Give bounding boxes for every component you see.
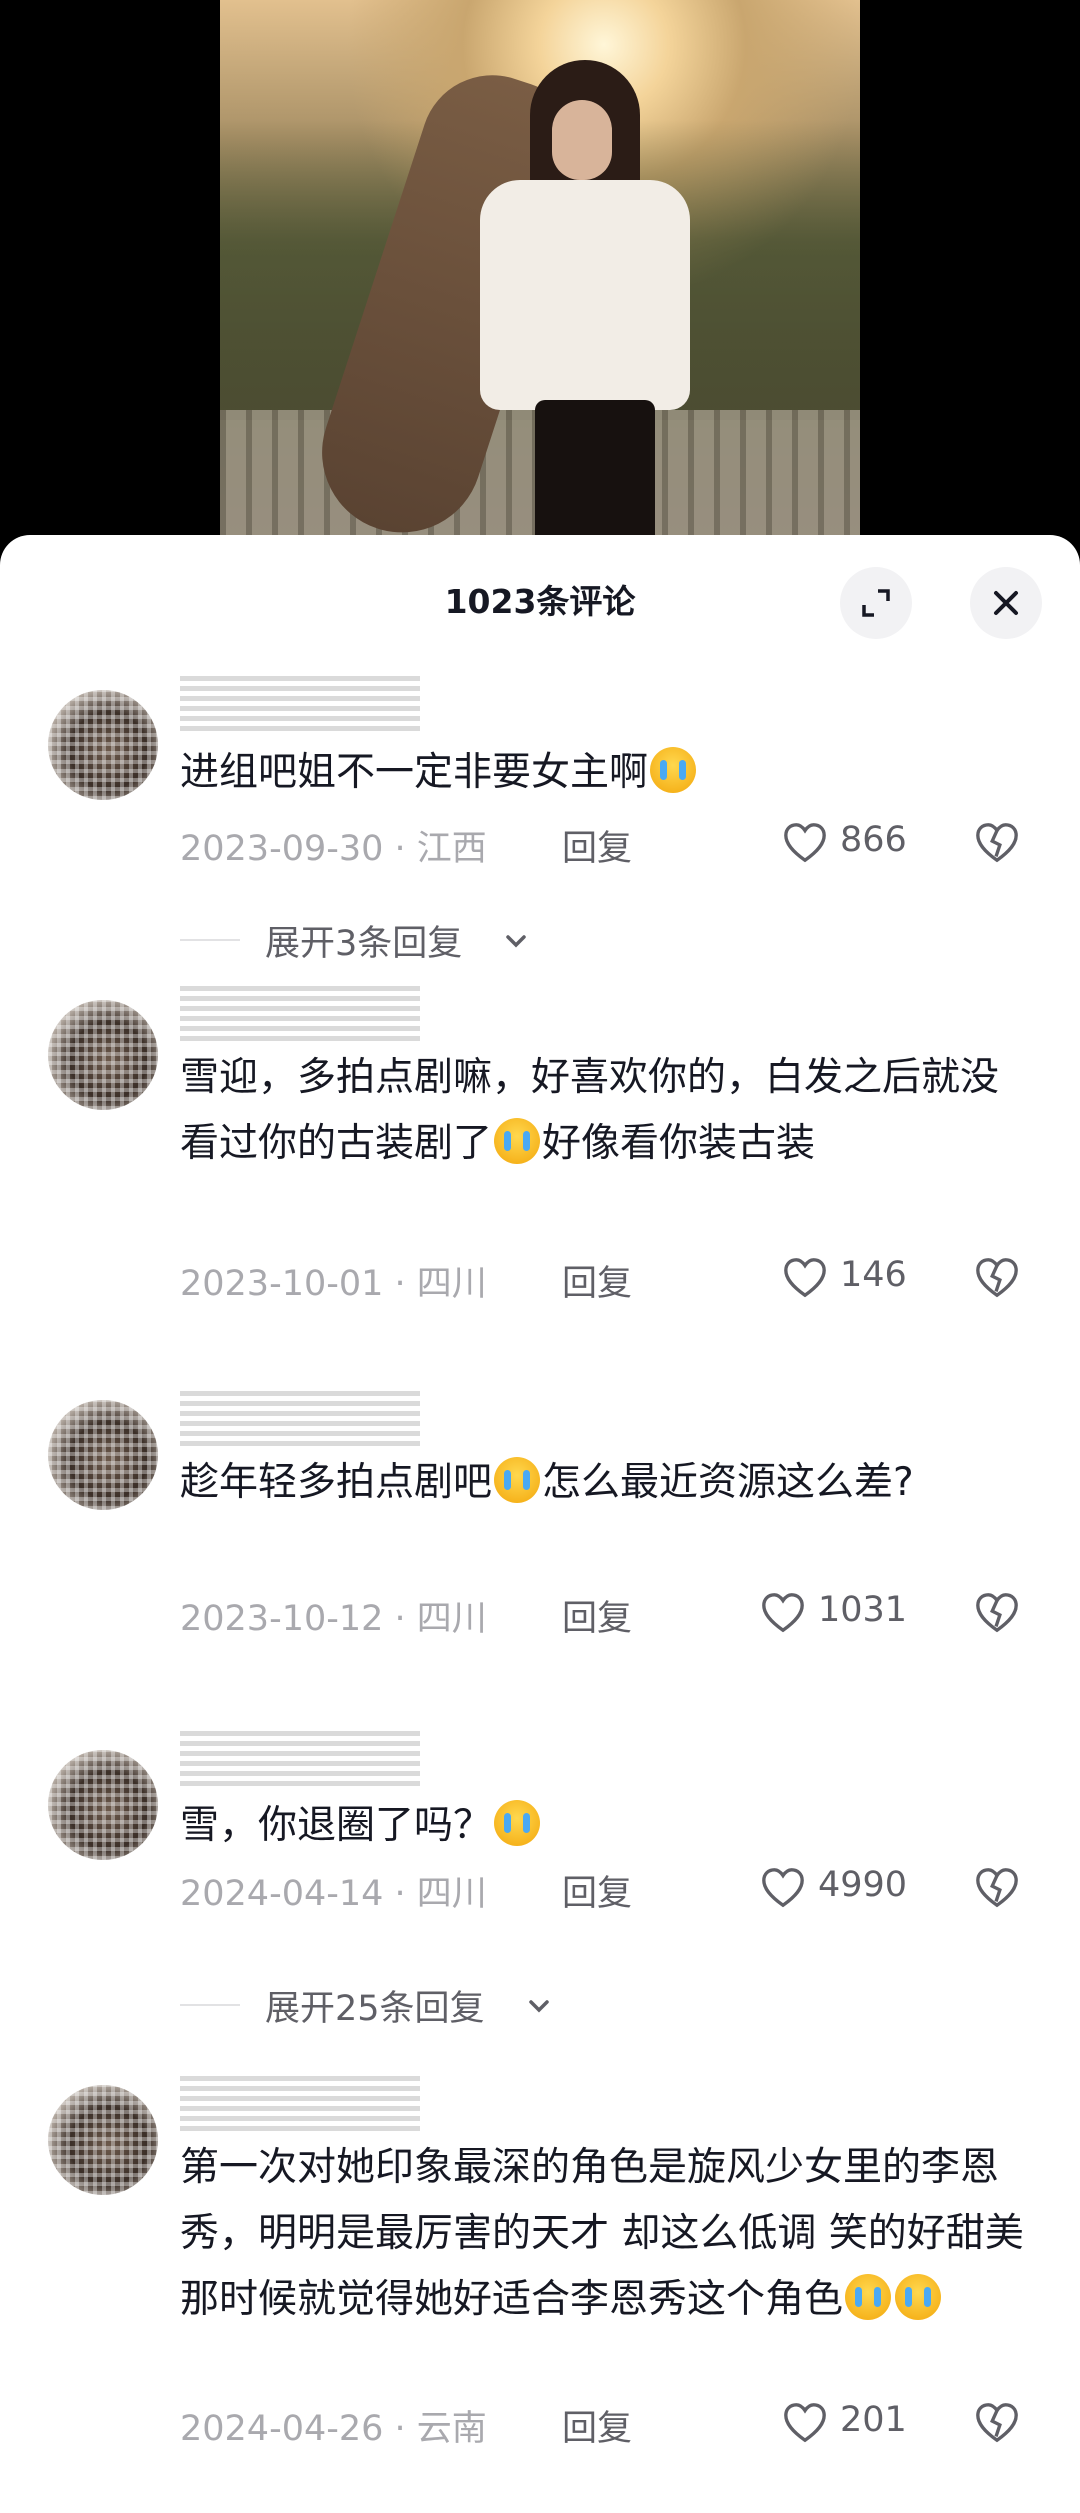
- comment-date: 2023-09-30: [180, 829, 384, 869]
- expand-button[interactable]: [840, 567, 912, 639]
- crying-emoji-icon: [650, 747, 697, 793]
- crying-emoji-icon: [494, 1457, 541, 1503]
- comment-meta: 2023-10-01 · 四川 回复 146: [180, 1255, 1040, 1305]
- reply-button[interactable]: 回复: [562, 1865, 632, 1916]
- chevron-down-icon: [506, 935, 526, 948]
- like-count: 866: [840, 820, 907, 860]
- comment-region: 四川: [416, 1264, 487, 1304]
- heart-icon[interactable]: [782, 820, 828, 866]
- video-player[interactable]: [0, 0, 1080, 560]
- broken-heart-icon[interactable]: [972, 2400, 1022, 2446]
- username[interactable]: [180, 2075, 420, 2131]
- comment-text: 雪迎，多拍点剧嘛，好喜欢你的，白发之后就没看过你的古装剧了 好像看你装古装: [180, 1055, 1000, 1166]
- broken-heart-icon[interactable]: [972, 820, 1022, 866]
- comment-region: 云南: [416, 2409, 487, 2449]
- comment-text: 进组吧姐不一定非要女主啊: [180, 740, 1030, 806]
- comment-region: 四川: [416, 1874, 487, 1914]
- heart-icon[interactable]: [760, 1590, 806, 1636]
- avatar[interactable]: [48, 1000, 158, 1110]
- heart-icon[interactable]: [782, 1255, 828, 1301]
- reply-button[interactable]: 回复: [562, 820, 632, 871]
- broken-heart-icon[interactable]: [972, 1865, 1022, 1911]
- comment-meta: 2024-04-14 · 四川 回复 4990: [180, 1865, 1040, 1915]
- expand-replies-button[interactable]: 展开3条回复: [180, 915, 680, 965]
- laughing-crying-emoji-icon: [494, 1800, 541, 1846]
- username[interactable]: [180, 1730, 420, 1786]
- expand-replies-button[interactable]: 展开25条回复: [180, 1980, 680, 2030]
- close-button[interactable]: [970, 567, 1042, 639]
- crying-emoji-icon: [845, 2274, 892, 2320]
- like-count: 4990: [818, 1865, 908, 1905]
- avatar[interactable]: [48, 2085, 158, 2195]
- comment-meta: 2023-09-30 · 江西 回复 866: [180, 820, 1040, 870]
- comment-date: 2023-10-12: [180, 1599, 384, 1639]
- close-icon: [994, 591, 1018, 615]
- comment-count-title: 1023条评论: [444, 582, 636, 621]
- comment-meta: 2023-10-12 · 四川 回复 1031: [180, 1590, 1040, 1640]
- comment-text: 第一次对她印象最深的角色是旋风少女里的李恩秀，明明是最厉害的天才 却这么低调 笑…: [180, 2145, 1024, 2322]
- reply-button[interactable]: 回复: [562, 1590, 632, 1641]
- avatar[interactable]: [48, 1400, 158, 1510]
- video-frame-photo: [220, 0, 860, 560]
- crying-emoji-icon: [895, 2274, 942, 2320]
- chevron-down-icon: [529, 2000, 549, 2013]
- expand-icon: [862, 589, 890, 617]
- reply-button[interactable]: 回复: [562, 2400, 632, 2451]
- username[interactable]: [180, 985, 420, 1041]
- comment-text: 雪，你退圈了吗？: [180, 1793, 1030, 1859]
- crying-emoji-icon: [494, 1118, 541, 1164]
- like-count: 1031: [818, 1590, 908, 1630]
- comment-date: 2023-10-01: [180, 1264, 384, 1304]
- comment-region: 江西: [416, 829, 487, 869]
- comment-date: 2024-04-26: [180, 2409, 384, 2449]
- heart-icon[interactable]: [782, 2400, 828, 2446]
- broken-heart-icon[interactable]: [972, 1590, 1022, 1636]
- username[interactable]: [180, 675, 420, 731]
- comment-date: 2024-04-14: [180, 1874, 384, 1914]
- like-count: 201: [840, 2400, 907, 2440]
- broken-heart-icon[interactable]: [972, 1255, 1022, 1301]
- heart-icon[interactable]: [760, 1865, 806, 1911]
- like-count: 146: [840, 1255, 907, 1295]
- comment-sheet: 1023条评论 进组吧姐不一定非要女主啊 2023-09-30 · 江西 回复 …: [0, 535, 1080, 2513]
- username[interactable]: [180, 1390, 420, 1446]
- comment-meta: 2024-04-26 · 云南 回复 201: [180, 2400, 1040, 2450]
- comment-region: 四川: [416, 1599, 487, 1639]
- reply-button[interactable]: 回复: [562, 1255, 632, 1306]
- avatar[interactable]: [48, 1750, 158, 1860]
- avatar[interactable]: [48, 690, 158, 800]
- comment-text: 趁年轻多拍点剧吧 怎么最近资源这么差?: [180, 1450, 1030, 1516]
